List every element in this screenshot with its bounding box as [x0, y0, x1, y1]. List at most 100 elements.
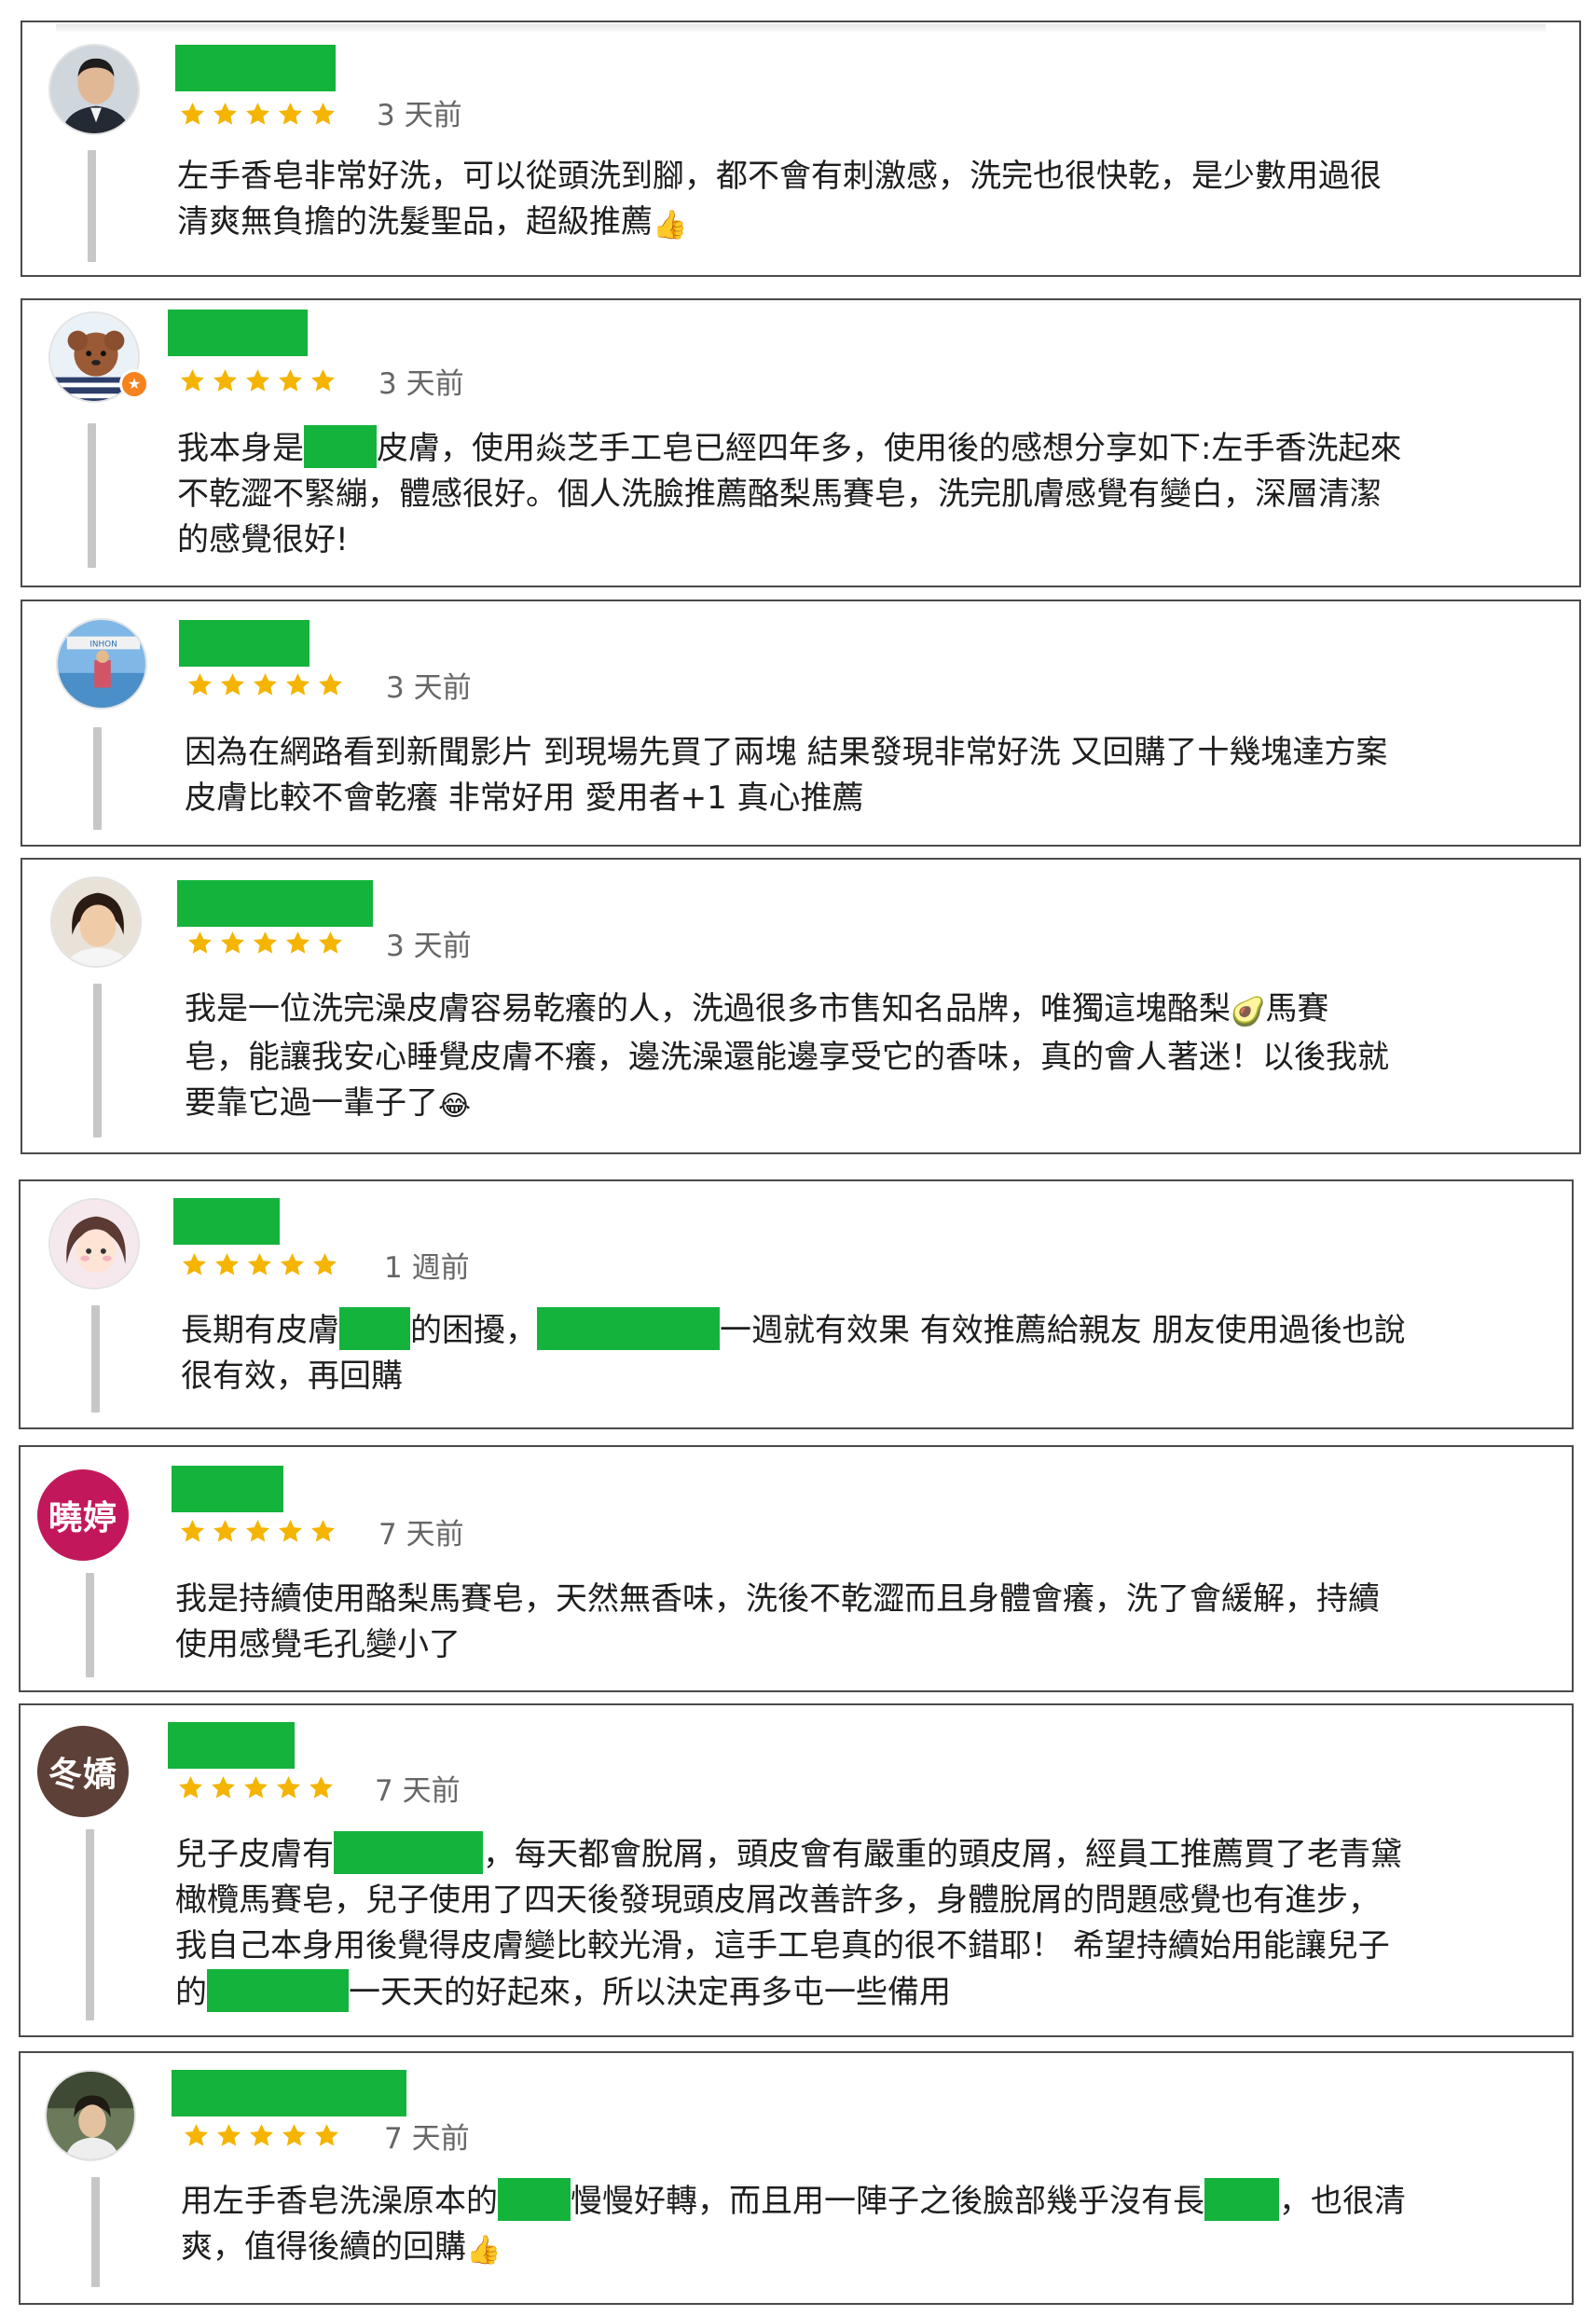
review-text: 左手香皂非常好洗，可以從頭洗到腳，都不會有刺激感，洗完也很快乾，是少數用過很 清… — [177, 154, 1382, 248]
review-line: 慢慢好轉，而且用一陣子之後臉部幾乎沒有長 — [571, 2183, 1204, 2220]
avatar-initials: 曉婷 — [48, 1499, 117, 1537]
reviewer-name-redacted[interactable] — [177, 880, 373, 927]
review-line: 我是持續使用酪梨馬賽皂，天然無香味，洗後不乾澀而且身體會癢，洗了會緩解，持續 — [175, 1580, 1380, 1618]
quote-bar — [88, 423, 96, 568]
avatar[interactable] — [50, 876, 142, 968]
review-text: 長期有皮膚 的困擾， 一週就有效果 有效推薦給親友 朋友使用過後也說 很有效，再回購 — [181, 1307, 1406, 1399]
review-line: 的困擾， — [410, 1312, 537, 1349]
review-card: 7 天前 用左手香皂洗澡原本的 慢慢好轉，而且用一陣子之後臉部幾乎沒有長 ，也很清 … — [19, 2051, 1574, 2305]
redacted-text — [1204, 2178, 1279, 2221]
star-icon — [310, 101, 337, 128]
review-line: 的 — [175, 1974, 207, 2011]
review-time: 7 天前 — [384, 2122, 470, 2156]
review-card: 冬嬌 7 天前 兒子皮膚有 ，每天都會脫屑，頭皮會有嚴重的頭皮屑，經員工推薦買了老… — [19, 1703, 1574, 2037]
star-icon — [317, 671, 344, 698]
reviewer-name-redacted[interactable] — [175, 45, 336, 91]
review-card: 1 週前 長期有皮膚 的困擾， 一週就有效果 有效推薦給親友 朋友使用過後也說 很有… — [19, 1179, 1574, 1429]
review-time: 1 週前 — [384, 1251, 470, 1285]
star-icon — [212, 1518, 239, 1545]
review-line: 左手香皂非常好洗，可以從頭洗到腳，都不會有刺激感，洗完也很快乾，是少數用過很 — [177, 158, 1382, 195]
reviewer-name-redacted[interactable] — [173, 1198, 280, 1245]
avatar[interactable] — [45, 2070, 136, 2161]
star-icon — [215, 2122, 242, 2149]
review-time: 3 天前 — [386, 930, 472, 963]
star-rating — [181, 1249, 338, 1279]
avatar[interactable]: 曉婷 — [37, 1469, 129, 1561]
thumbs-up-icon: 👍 — [653, 209, 688, 241]
review-card: ★ 3 天前 我本身是 皮膚，使用焱芝手工皂已經四年多，使用後的感想分享如下:左手… — [21, 298, 1581, 587]
redacted-text — [207, 1969, 349, 2012]
star-icon — [246, 1251, 273, 1278]
svg-text:INHON: INHON — [89, 640, 117, 649]
review-line: 使用感覺毛孔變小了 — [175, 1626, 461, 1663]
star-icon — [248, 2122, 275, 2149]
star-icon — [181, 1251, 208, 1278]
review-line: 爽，值得後續的回購 — [181, 2228, 466, 2266]
star-rating — [186, 669, 344, 699]
star-icon — [277, 1518, 304, 1545]
avatar[interactable]: INHON — [56, 618, 147, 710]
review-line: 我自己本身用後覺得皮膚變比較光滑，這手工皂真的很不錯耶！ 希望持續始用能讓兒子 — [175, 1927, 1390, 1964]
star-rating — [179, 1516, 337, 1546]
review-line: 要靠它過一輩子了 — [185, 1084, 438, 1122]
reviewer-name-redacted[interactable] — [172, 1466, 283, 1512]
quote-bar — [86, 1829, 94, 2020]
reviewer-name-redacted[interactable] — [172, 2070, 406, 2116]
avatar[interactable] — [48, 44, 140, 135]
star-icon — [219, 671, 246, 698]
star-rating — [179, 365, 337, 395]
review-line: 的感覺很好! — [177, 521, 349, 558]
review-time: 7 天前 — [378, 1518, 464, 1551]
star-icon — [277, 367, 304, 394]
review-line: 我是一位洗完澡皮膚容易乾癢的人，洗過很多市售知名品牌，唯獨這塊酪梨 — [185, 990, 1231, 1027]
star-icon — [279, 1251, 306, 1278]
star-icon — [212, 101, 239, 128]
review-line: 橄欖馬賽皂，兒子使用了四天後發現頭皮屑改善許多，身體脫屑的問題感覺也有進步， — [175, 1882, 1380, 1919]
star-icon — [179, 367, 206, 394]
review-text: 兒子皮膚有 ，每天都會脫屑，頭皮會有嚴重的頭皮屑，經員工推薦買了老青黛 橄欖馬賽皂… — [175, 1831, 1402, 2016]
review-line: 一天天的好起來，所以決定再多屯一些備用 — [349, 1974, 951, 2011]
star-icon — [277, 101, 304, 128]
review-line: 皂，能讓我安心睡覺皮膚不癢，邊洗澡還能邊享受它的香味，真的會人著迷！以後我就 — [185, 1039, 1389, 1076]
quote-bar — [93, 984, 102, 1137]
star-icon — [313, 2122, 340, 2149]
review-line: 不乾澀不緊繃，體感很好。個人洗臉推薦酪梨馬賽皂，洗完肌膚感覺有變白，深層清潔 — [177, 476, 1382, 513]
star-rating — [186, 928, 344, 958]
review-line: 一週就有效果 有效推薦給親友 朋友使用過後也說 — [720, 1312, 1406, 1349]
star-icon — [308, 1774, 335, 1801]
review-card: 3 天前 我是一位洗完澡皮膚容易乾癢的人，洗過很多市售知名品牌，唯獨這塊酪梨🥑馬… — [21, 858, 1581, 1154]
avatar[interactable]: 冬嬌 — [37, 1726, 129, 1817]
review-card: 曉婷 7 天前 我是持續使用酪梨馬賽皂，天然無香味，洗後不乾澀而且身體會癢，洗了… — [19, 1445, 1574, 1692]
star-icon — [186, 671, 213, 698]
review-line: 長期有皮膚 — [181, 1312, 339, 1349]
avatar-initials: 冬嬌 — [48, 1756, 117, 1794]
redacted-text — [339, 1307, 410, 1350]
local-guide-badge-icon: ★ — [119, 369, 149, 399]
laughing-emoji-icon: 😂 — [438, 1090, 472, 1123]
star-icon — [210, 1774, 237, 1801]
thumbs-up-icon: 👍 — [466, 2234, 502, 2267]
review-line: 清爽無負擔的洗髮聖品，超級推薦 — [177, 203, 653, 241]
star-icon — [284, 930, 311, 957]
star-icon — [179, 101, 206, 128]
review-text: 我是持續使用酪梨馬賽皂，天然無香味，洗後不乾澀而且身體會癢，洗了會緩解，持續 使… — [175, 1577, 1380, 1668]
star-icon — [186, 930, 213, 957]
star-icon — [212, 367, 239, 394]
star-icon — [317, 930, 344, 957]
reviewer-name-redacted[interactable] — [168, 1722, 295, 1769]
reviewer-name-redacted[interactable] — [179, 620, 310, 667]
star-rating — [177, 1772, 335, 1802]
review-card: 3 天前 左手香皂非常好洗，可以從頭洗到腳，都不會有刺激感，洗完也很快乾，是少數… — [21, 21, 1581, 277]
redacted-text — [498, 2178, 571, 2221]
reviewer-name-redacted[interactable] — [168, 310, 308, 356]
review-line: ，也很清 — [1279, 2183, 1406, 2220]
star-icon — [281, 2122, 308, 2149]
avatar[interactable] — [48, 1198, 140, 1289]
review-line: ，每天都會脫屑，頭皮會有嚴重的頭皮屑，經員工推薦買了老青黛 — [483, 1836, 1402, 1873]
review-line: 皮膚，使用焱芝手工皂已經四年多，使用後的感想分享如下:左手香洗起來 — [377, 430, 1402, 467]
star-icon — [275, 1774, 302, 1801]
star-icon — [284, 671, 311, 698]
review-text: 用左手香皂洗澡原本的 慢慢好轉，而且用一陣子之後臉部幾乎沒有長 ，也很清 爽，值得後… — [181, 2178, 1406, 2273]
review-card: INHON 3 天前 因為在網路看到新聞影片 到現場先買了兩塊 結果發現非常好洗… — [21, 600, 1581, 847]
star-icon — [219, 930, 246, 957]
